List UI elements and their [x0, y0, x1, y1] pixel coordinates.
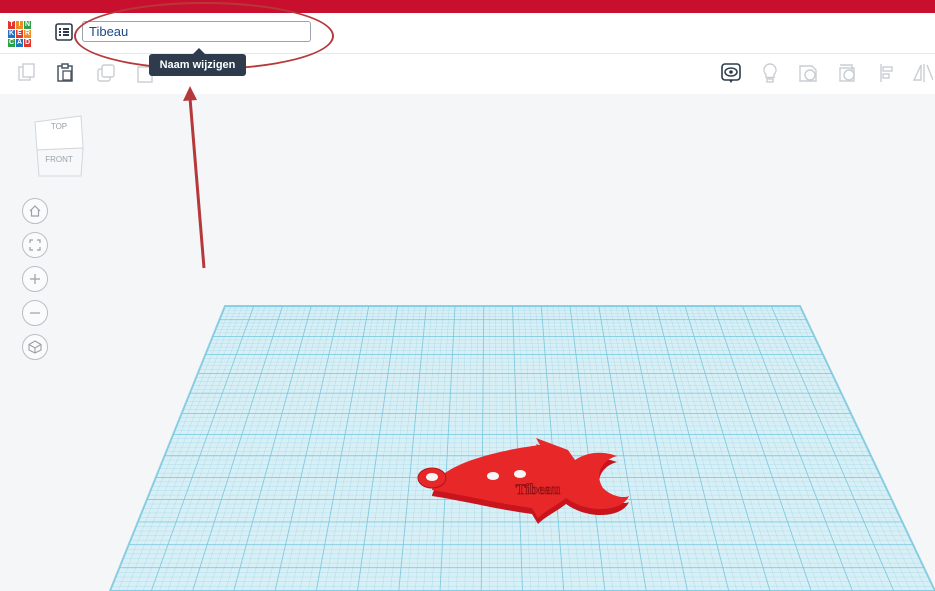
group-icon[interactable] [797, 62, 819, 84]
model-text: Tibeau [516, 482, 561, 498]
logo-letter: K [8, 30, 15, 38]
logo-letter: D [24, 39, 31, 47]
rename-tooltip: Naam wijzigen [149, 48, 246, 76]
workplane-grid[interactable]: Tibeau [0, 94, 935, 591]
logo-letter: E [16, 30, 23, 38]
logo-letter: I [16, 21, 23, 29]
duplicate-icon[interactable] [95, 62, 117, 84]
logo-letter: C [8, 39, 15, 47]
logo-letter: A [16, 39, 23, 47]
tooltip-text: Naam wijzigen [159, 59, 236, 71]
align-icon[interactable] [877, 62, 899, 84]
show-all-icon[interactable] [720, 62, 742, 84]
mirror-icon[interactable] [911, 62, 933, 84]
ungroup-icon[interactable] [837, 62, 859, 84]
paste-icon[interactable] [54, 62, 76, 84]
logo-letter: N [24, 21, 31, 29]
copy-icon[interactable] [16, 62, 38, 84]
note-icon[interactable] [759, 62, 781, 84]
workplane-viewport[interactable]: TOP FRONT Tibeau [0, 94, 935, 591]
design-list-icon[interactable] [55, 23, 73, 41]
logo-letter: T [8, 21, 15, 29]
logo-letter: R [24, 30, 31, 38]
tinkercad-logo[interactable]: T I N K E R C A D [8, 21, 31, 47]
